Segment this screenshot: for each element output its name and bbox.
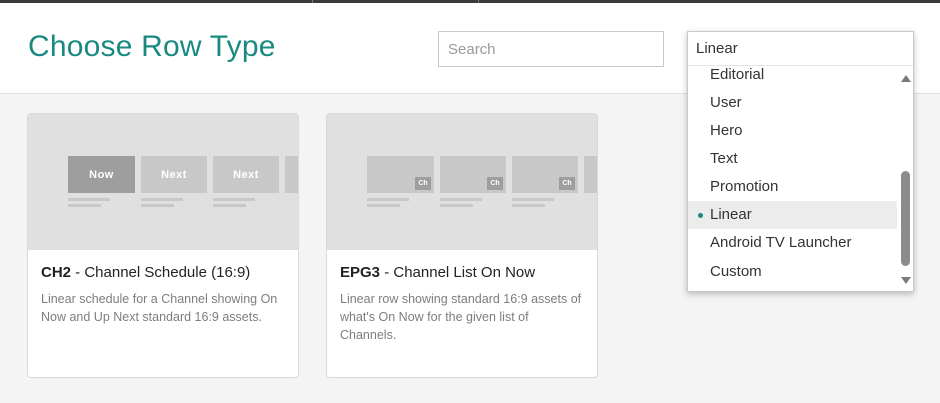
preview-tile: Now xyxy=(68,156,135,193)
preview-tile xyxy=(584,156,597,193)
preview-tile: Ch xyxy=(440,156,506,193)
card-title: CH2 - Channel Schedule (16:9) xyxy=(41,264,250,281)
dropdown-option-android-tv-launcher[interactable]: Android TV Launcher xyxy=(688,229,897,257)
card-name: - Channel Schedule (16:9) xyxy=(71,264,251,281)
card-description: Linear schedule for a Channel showing On… xyxy=(41,292,278,324)
preview-line xyxy=(141,198,183,201)
row-type-card-epg3[interactable]: Ch Ch Ch EPG3 - Channel List On Now Line… xyxy=(326,113,598,378)
preview-line xyxy=(68,204,101,207)
dropdown-option-linear[interactable]: Linear xyxy=(688,201,897,229)
dropdown-option-user[interactable]: User xyxy=(688,89,897,117)
channel-badge: Ch xyxy=(487,177,503,190)
scroll-up-arrow-icon[interactable] xyxy=(901,75,911,82)
row-type-card-ch2[interactable]: Now Next Next CH2 - Channel Schedule (16… xyxy=(27,113,299,378)
card-title: EPG3 - Channel List On Now xyxy=(340,264,535,281)
search-input[interactable] xyxy=(438,31,664,67)
dropdown-scrollbar[interactable] xyxy=(898,67,914,292)
dropdown-option-label: Linear xyxy=(710,206,752,223)
channel-badge: Ch xyxy=(559,177,575,190)
card-code: EPG3 xyxy=(340,264,381,281)
preview-line xyxy=(512,198,554,201)
preview-line xyxy=(367,204,400,207)
preview-tile: Ch xyxy=(512,156,578,193)
preview-tile: Next xyxy=(141,156,207,193)
dropdown-option-editorial[interactable]: Editorial xyxy=(688,67,897,89)
card-preview: Now Next Next xyxy=(28,114,298,250)
preview-line xyxy=(440,198,482,201)
dropdown-selected-value[interactable]: Linear xyxy=(688,32,913,66)
tile-label: Next xyxy=(161,168,187,181)
preview-tile xyxy=(285,156,298,193)
tile-label: Now xyxy=(89,168,114,181)
preview-line xyxy=(213,204,246,207)
dropdown-option-text[interactable]: Text xyxy=(688,145,897,173)
preview-line xyxy=(68,198,110,201)
dropdown-option-hero[interactable]: Hero xyxy=(688,117,897,145)
preview-line xyxy=(367,198,409,201)
preview-line xyxy=(213,198,255,201)
row-type-dropdown[interactable]: Linear Editorial User Hero Text Promotio… xyxy=(687,31,914,292)
tile-label: Next xyxy=(233,168,259,181)
page-title: Choose Row Type xyxy=(28,30,276,63)
scroll-down-arrow-icon[interactable] xyxy=(901,277,911,284)
preview-line xyxy=(141,204,174,207)
card-preview: Ch Ch Ch xyxy=(327,114,597,250)
scrollbar-thumb[interactable] xyxy=(901,171,910,266)
preview-line xyxy=(512,204,545,207)
dropdown-option-custom[interactable]: Custom xyxy=(688,258,897,286)
card-name: - Channel List On Now xyxy=(380,264,536,281)
card-code: CH2 xyxy=(41,264,72,281)
channel-badge: Ch xyxy=(415,177,431,190)
dropdown-list: Editorial User Hero Text Promotion Linea… xyxy=(688,67,913,292)
bullet-dot-icon xyxy=(698,213,703,218)
preview-tile: Ch xyxy=(367,156,434,193)
preview-line xyxy=(440,204,473,207)
card-description: Linear row showing standard 16:9 assets … xyxy=(340,292,582,342)
dropdown-option-promotion[interactable]: Promotion xyxy=(688,173,897,201)
preview-tile: Next xyxy=(213,156,279,193)
